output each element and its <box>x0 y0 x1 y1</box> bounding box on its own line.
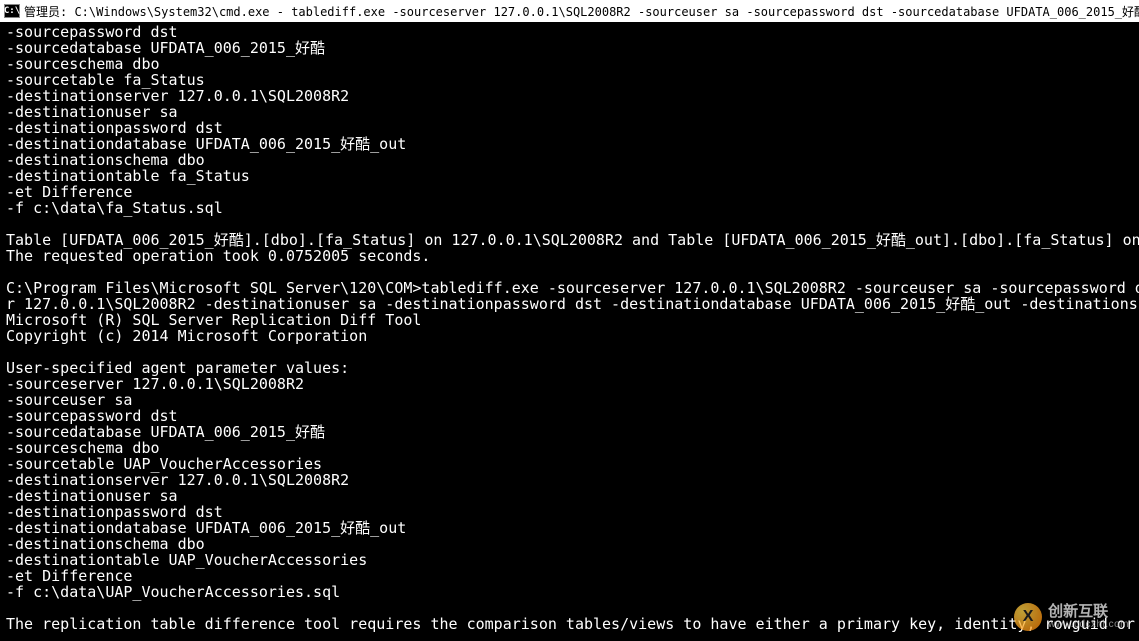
terminal-line: -sourceschema dbo <box>6 56 1133 72</box>
terminal-line <box>6 264 1133 280</box>
watermark-logo-icon: X <box>1014 603 1042 631</box>
terminal-line: -destinationpassword dst <box>6 120 1133 136</box>
terminal-line: The requested operation took 0.0752005 s… <box>6 248 1133 264</box>
terminal-line: -sourcepassword dst <box>6 24 1133 40</box>
terminal-line: -destinationpassword dst <box>6 504 1133 520</box>
watermark-text: 创新互联 <box>1048 604 1129 619</box>
terminal-line: -f c:\data\fa_Status.sql <box>6 200 1133 216</box>
terminal-line: -sourcetable UAP_VoucherAccessories <box>6 456 1133 472</box>
terminal-line: -destinationdatabase UFDATA_006_2015_好酷_… <box>6 520 1133 536</box>
terminal-line: -sourceschema dbo <box>6 440 1133 456</box>
terminal-line: -sourceuser sa <box>6 392 1133 408</box>
terminal-line: -sourcedatabase UFDATA_006_2015_好酷 <box>6 40 1133 56</box>
terminal-line: C:\Program Files\Microsoft SQL Server\12… <box>6 280 1133 296</box>
terminal-line: -et Difference <box>6 568 1133 584</box>
terminal-line: -f c:\data\UAP_VoucherAccessories.sql <box>6 584 1133 600</box>
terminal-line: -sourcepassword dst <box>6 408 1133 424</box>
terminal-line <box>6 216 1133 232</box>
terminal-line: -destinationserver 127.0.0.1\SQL2008R2 <box>6 88 1133 104</box>
cmd-icon: C:\ <box>4 4 20 18</box>
terminal-line: The replication table difference tool re… <box>6 616 1133 632</box>
terminal-line: Copyright (c) 2014 Microsoft Corporation <box>6 328 1133 344</box>
terminal-line: -destinationserver 127.0.0.1\SQL2008R2 <box>6 472 1133 488</box>
terminal-line: -destinationtable UAP_VoucherAccessories <box>6 552 1133 568</box>
terminal-line <box>6 344 1133 360</box>
terminal-line <box>6 600 1133 616</box>
terminal-line: -destinationuser sa <box>6 104 1133 120</box>
window-title: 管理员: C:\Windows\System32\cmd.exe - table… <box>24 3 1139 20</box>
terminal-line: r 127.0.0.1\SQL2008R2 -destinationuser s… <box>6 296 1133 312</box>
terminal-line: -sourcetable fa_Status <box>6 72 1133 88</box>
terminal-line: Table [UFDATA_006_2015_好酷].[dbo].[fa_Sta… <box>6 232 1133 248</box>
terminal-line: -destinationschema dbo <box>6 536 1133 552</box>
terminal-line: -et Difference <box>6 184 1133 200</box>
terminal-line: -destinationtable fa_Status <box>6 168 1133 184</box>
terminal-line: -destinationschema dbo <box>6 152 1133 168</box>
terminal-line: -sourceserver 127.0.0.1\SQL2008R2 <box>6 376 1133 392</box>
terminal-line: -destinationdatabase UFDATA_006_2015_好酷_… <box>6 136 1133 152</box>
terminal-line: Microsoft (R) SQL Server Replication Dif… <box>6 312 1133 328</box>
window-titlebar: C:\ 管理员: C:\Windows\System32\cmd.exe - t… <box>0 0 1139 22</box>
terminal-output[interactable]: -sourcepassword dst-sourcedatabase UFDAT… <box>0 22 1139 641</box>
watermark-text-block: 创新互联 www.cdcxhl.com <box>1048 604 1129 630</box>
terminal-line: User-specified agent parameter values: <box>6 360 1133 376</box>
terminal-line: -sourcedatabase UFDATA_006_2015_好酷 <box>6 424 1133 440</box>
watermark: X 创新互联 www.cdcxhl.com <box>1014 603 1129 631</box>
watermark-subtext: www.cdcxhl.com <box>1048 619 1129 630</box>
terminal-line: -destinationuser sa <box>6 488 1133 504</box>
